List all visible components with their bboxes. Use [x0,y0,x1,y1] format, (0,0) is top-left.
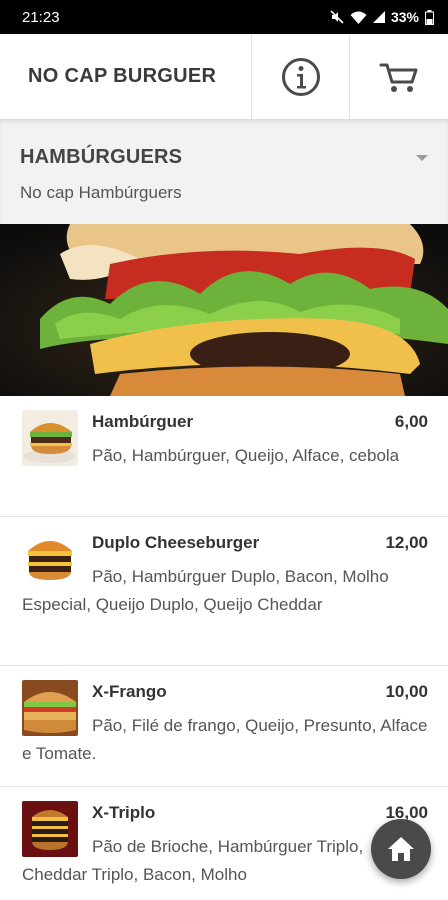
cart-icon [379,63,418,92]
product-price: 6,00 [394,412,428,431]
product-item[interactable]: Hambúrguer 6,00 Pão, Hambúrguer, Queijo,… [0,396,448,517]
product-name: Hambúrguer [92,412,194,431]
mute-icon [330,10,344,24]
wifi-icon [350,11,367,24]
category-banner-image [0,224,448,396]
status-icons: 33% [330,9,434,25]
app-header: NO CAP BURGUER [0,34,448,120]
product-thumbnail [22,680,78,736]
product-thumbnail [22,410,78,466]
product-price: 12,00 [385,533,428,552]
product-list: Hambúrguer 6,00 Pão, Hambúrguer, Queijo,… [0,396,448,900]
product-price: 10,00 [385,682,428,701]
status-time: 21:23 [22,8,60,26]
battery-icon [425,9,434,25]
caret-down-icon[interactable] [416,155,428,161]
category-title: HAMBÚRGUERS [20,146,183,168]
product-description: Pão, Filé de frango, Queijo, Presunto, A… [22,716,428,763]
product-name: Duplo Cheeseburger [92,533,260,552]
home-icon [388,837,414,861]
burger-photo [0,224,448,396]
category-subtitle: No cap Hambúrguers [20,183,182,202]
product-name: X-Triplo [92,803,156,822]
product-thumbnail [22,531,78,587]
product-description: Pão, Hambúrguer Duplo, Bacon, Molho Espe… [22,567,389,614]
cart-button[interactable] [350,34,448,119]
store-title: NO CAP BURGUER [0,34,252,119]
category-header[interactable]: HAMBÚRGUERS No cap Hambúrguers [0,120,448,224]
product-item[interactable]: X-Frango 10,00 Pão, Filé de frango, Quei… [0,666,448,787]
product-description: Pão, Hambúrguer, Queijo, Alface, cebola [92,446,400,465]
product-description: Pão de Brioche, Hambúrguer Triplo, Chedd… [22,837,364,884]
info-button[interactable] [252,34,350,119]
product-item[interactable]: Duplo Cheeseburger 12,00 Pão, Hambúrguer… [0,517,448,666]
product-name: X-Frango [92,682,167,701]
home-button[interactable] [371,819,431,879]
battery-level: 33% [390,9,419,25]
status-bar: 21:23 33% [0,0,448,34]
info-icon [281,57,320,96]
signal-icon [372,11,385,23]
product-thumbnail [22,801,78,857]
